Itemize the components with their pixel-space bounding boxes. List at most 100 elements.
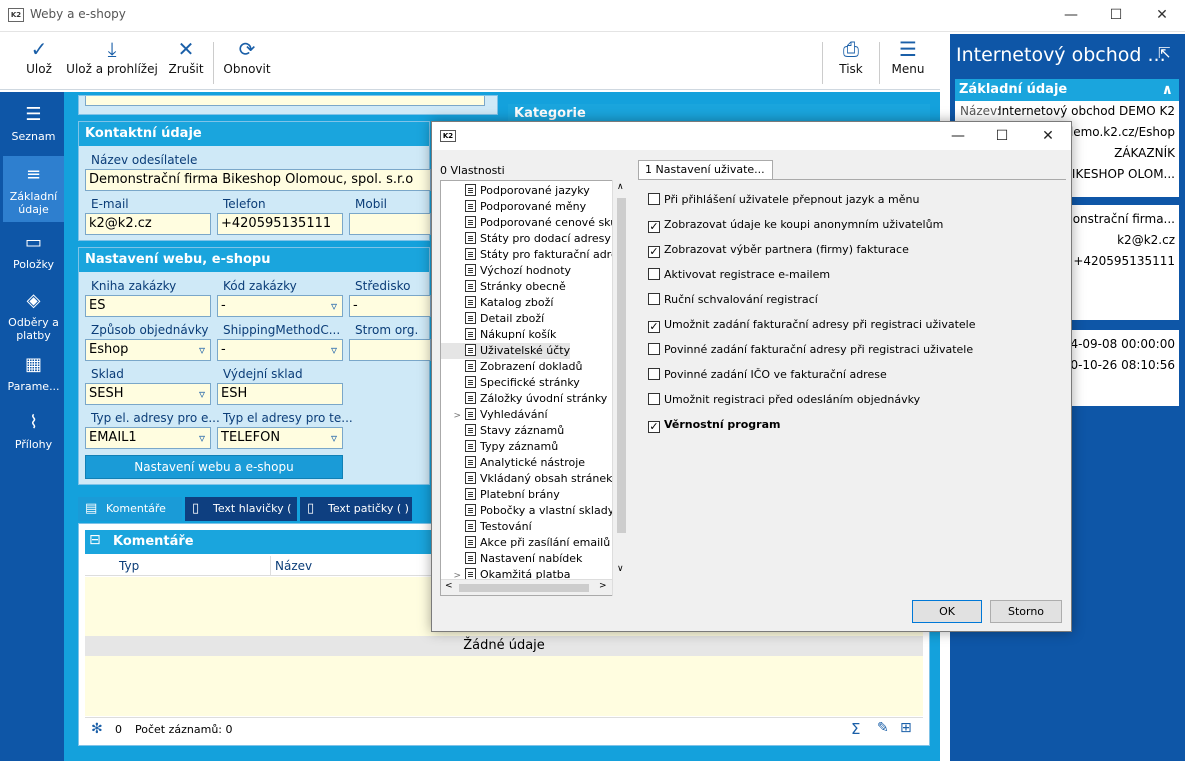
checkbox-checked-icon[interactable]: ✓	[648, 246, 660, 258]
tree-item[interactable]: Testování	[441, 519, 532, 535]
checkbox-empty-icon[interactable]	[648, 293, 660, 305]
tree-item[interactable]: Státy pro fakturační adres	[441, 247, 623, 263]
refresh-button[interactable]: ⟳ Obnovit	[218, 34, 276, 90]
tab-user-settings[interactable]: 1 Nastavení uživate...	[638, 160, 773, 180]
nav-item-params[interactable]: ▦ Parame...	[3, 346, 64, 402]
sum-icon[interactable]: Σ	[851, 720, 860, 738]
dialog-maximize-button[interactable]: ☐	[980, 122, 1024, 150]
option-checkbox[interactable]: ✓ Věrnostní program	[648, 417, 780, 433]
print-button[interactable]: ⎙ Tisk	[826, 34, 876, 90]
option-checkbox[interactable]: Aktivovat registrace e-mailem	[648, 267, 830, 283]
ok-button[interactable]: OK	[912, 600, 982, 623]
column-name[interactable]: Název	[275, 559, 312, 573]
option-checkbox[interactable]: Ruční schvalování registrací	[648, 292, 818, 308]
chevron-right-icon[interactable]: >	[599, 581, 607, 591]
tree-item[interactable]: Nákupní košík	[441, 327, 556, 343]
snowflake-icon[interactable]: ✻	[91, 721, 103, 737]
option-checkbox[interactable]: Umožnit registraci před odesláním objedn…	[648, 392, 920, 408]
storno-button[interactable]: Storno	[990, 600, 1062, 623]
tree-scroll-thumb[interactable]	[617, 198, 626, 533]
expand-icon[interactable]: >	[441, 408, 465, 424]
tree-vscrollbar[interactable]: ∧ ∨	[612, 180, 630, 596]
tree-hscrollbar[interactable]: < >	[441, 579, 612, 595]
email-type-select[interactable]: EMAIL1	[85, 427, 211, 449]
chevron-left-icon[interactable]: <	[445, 581, 453, 591]
issue-field[interactable]: ESH	[217, 383, 343, 405]
stock-select[interactable]: SESH	[85, 383, 211, 405]
tab-comments[interactable]: ▤ Komentáře (0)	[78, 497, 182, 539]
chevron-up-icon[interactable]: ∧	[617, 182, 624, 192]
email-field[interactable]: k2@k2.cz	[85, 213, 211, 235]
tree-field[interactable]	[349, 339, 431, 361]
nav-item-basic[interactable]: ≡ Základní údaje	[3, 156, 64, 222]
tree-item[interactable]: Katalog zboží	[441, 295, 553, 311]
minimize-button[interactable]: —	[1048, 0, 1094, 30]
cancel-button[interactable]: ✕ Zrušit	[162, 34, 210, 90]
tree-item[interactable]: Analytické nástroje	[441, 455, 585, 471]
tree-item[interactable]: Detail zboží	[441, 311, 544, 327]
tree-item[interactable]: Pobočky a vlastní sklady	[441, 503, 614, 519]
tree-item[interactable]: Podporované jazyky	[441, 183, 590, 199]
checkbox-empty-icon[interactable]	[648, 193, 660, 205]
tab-header-text[interactable]: ▯ Text hlavičky ( )	[185, 497, 297, 539]
option-checkbox[interactable]: ✓ Zobrazovat výběr partnera (firmy) faktu…	[648, 242, 909, 258]
checkbox-empty-icon[interactable]	[648, 393, 660, 405]
option-checkbox[interactable]: ✓ Umožnit zadání fakturační adresy při re…	[648, 317, 976, 333]
tree-item[interactable]: Podporované cenové skup	[441, 215, 624, 231]
tree-item[interactable]: Akce při zasílání emailů	[441, 535, 610, 551]
tree-item[interactable]: Stránky obecně	[441, 279, 566, 295]
tab-footer-text[interactable]: ▯ Text patičky ( )	[300, 497, 412, 521]
maximize-button[interactable]: ☐	[1093, 0, 1139, 30]
shipping-select[interactable]: -	[217, 339, 343, 361]
external-link-icon[interactable]: ⇱	[1158, 44, 1171, 62]
save-button[interactable]: ✓ Ulož	[14, 34, 64, 90]
close-button[interactable]: ✕	[1139, 0, 1185, 30]
mobile-field[interactable]	[349, 213, 431, 235]
phone-type-select[interactable]: TELEFON	[217, 427, 343, 449]
tree-item[interactable]: Státy pro dodací adresy	[441, 231, 611, 247]
web-settings-button[interactable]: Nastavení webu a e-shopu	[85, 455, 343, 479]
checkbox-empty-icon[interactable]	[648, 268, 660, 280]
tree-item[interactable]: Podporované měny	[441, 199, 586, 215]
tree-title[interactable]: 0 Vlastnosti	[440, 164, 505, 177]
right-basic-header[interactable]: Základní údaje ∧	[955, 79, 1179, 101]
tree-item[interactable]: Zobrazení dokladů	[441, 359, 582, 375]
tree-item[interactable]: Uživatelské účty	[441, 343, 571, 359]
nav-item-items[interactable]: ▭ Položky	[3, 224, 64, 280]
order-select[interactable]: Eshop	[85, 339, 211, 361]
checkbox-checked-icon[interactable]: ✓	[648, 421, 660, 433]
add-record-icon[interactable]: ⊞	[900, 720, 912, 736]
sender-field[interactable]: Demonstrační firma Bikeshop Olomouc, spo…	[85, 169, 431, 191]
option-checkbox[interactable]: ✓ Zobrazovat údaje ke koupi anonymním uži…	[648, 217, 943, 233]
option-checkbox[interactable]: Povinné zadání fakturační adresy při reg…	[648, 342, 973, 358]
checkbox-checked-icon[interactable]: ✓	[648, 221, 660, 233]
center-field[interactable]: -	[349, 295, 431, 317]
tree-item[interactable]: > Vyhledávání	[441, 407, 548, 423]
chevron-down-icon[interactable]: ∨	[617, 564, 624, 574]
tree-item[interactable]: Platební brány	[441, 487, 560, 503]
nav-item-payments[interactable]: ◈ Odběry a platby	[3, 282, 64, 344]
tree-item[interactable]: Stavy záznamů	[441, 423, 564, 439]
nav-item-list[interactable]: ☰ Seznam	[3, 96, 64, 154]
checkbox-empty-icon[interactable]	[648, 343, 660, 355]
tree-item[interactable]: Nastavení nabídek	[441, 551, 582, 567]
tree-item[interactable]: Vkládaný obsah stránek	[441, 471, 612, 487]
option-checkbox[interactable]: Povinné zadání IČO ve fakturační adrese	[648, 367, 887, 383]
book-field[interactable]: ES	[85, 295, 211, 317]
tree-item[interactable]: Výchozí hodnoty	[441, 263, 571, 279]
edit-icon[interactable]: ✎	[877, 720, 889, 736]
tree-item[interactable]: Záložky úvodní stránky	[441, 391, 607, 407]
code-select[interactable]: -	[217, 295, 343, 317]
checkbox-checked-icon[interactable]: ✓	[648, 321, 660, 333]
option-checkbox[interactable]: Při přihlášení uživatele přepnout jazyk …	[648, 192, 919, 208]
menu-button[interactable]: ☰ Menu	[883, 34, 933, 90]
tree-item[interactable]: Typy záznamů	[441, 439, 558, 455]
nav-item-attachments[interactable]: ⌇ Přílohy	[3, 404, 64, 464]
column-type[interactable]: Typ	[119, 559, 139, 573]
tree-hscroll-thumb[interactable]	[459, 584, 589, 592]
tree-item[interactable]: Specifické stránky	[441, 375, 580, 391]
phone-field[interactable]: +420595135111	[217, 213, 343, 235]
save-view-button[interactable]: ⤓ Ulož a prohlížej	[66, 34, 158, 90]
dialog-close-button[interactable]: ✕	[1026, 122, 1070, 150]
checkbox-empty-icon[interactable]	[648, 368, 660, 380]
